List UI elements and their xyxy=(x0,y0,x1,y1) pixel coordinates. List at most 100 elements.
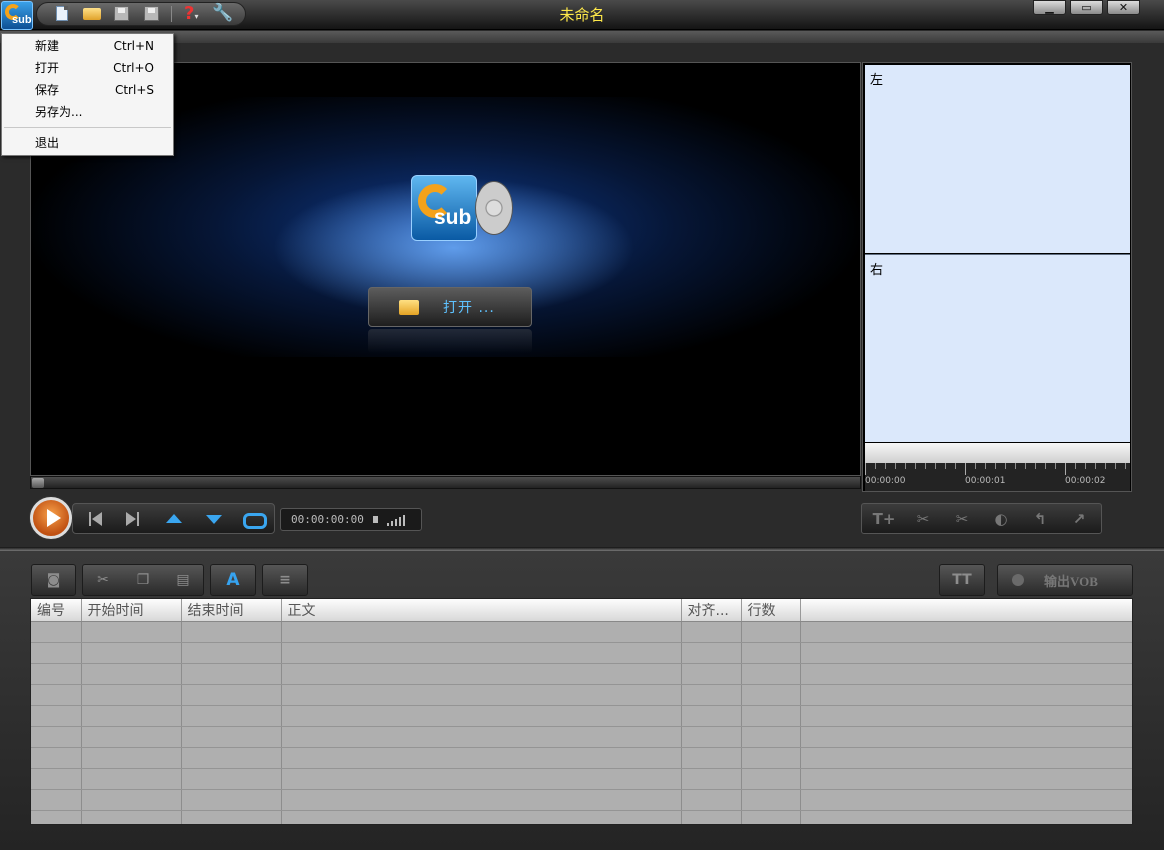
minimize-button[interactable]: ▁ xyxy=(1033,0,1066,15)
loop-button[interactable] xyxy=(241,509,267,529)
column-header-id[interactable]: 编号 xyxy=(31,599,82,622)
cut-icon[interactable]: ✂ xyxy=(92,569,114,591)
table-header-row: 编号 开始时间 结束时间 正文 对齐... 行数 xyxy=(31,599,1132,622)
menu-item-open[interactable]: 打开 Ctrl+O xyxy=(2,57,173,79)
table-row[interactable] xyxy=(31,747,1132,769)
volume-icon[interactable] xyxy=(373,514,411,526)
time-display: 00:00:00:00 xyxy=(280,508,422,531)
table-cell xyxy=(81,663,182,685)
logo-text: sub xyxy=(434,206,472,229)
volume-level-bar xyxy=(395,519,397,526)
table-cell xyxy=(681,684,742,706)
menu-separator xyxy=(4,127,171,128)
table-cell xyxy=(31,705,82,727)
table-cell xyxy=(281,810,682,824)
play-button[interactable] xyxy=(30,497,72,539)
folder-icon xyxy=(399,299,419,315)
open-video-label: 打开 ... xyxy=(443,300,495,316)
table-cell xyxy=(281,705,682,727)
table-cell xyxy=(741,705,801,727)
cut-left-icon[interactable]: ✂ xyxy=(910,508,936,530)
menu-item-save[interactable]: 保存 Ctrl+S xyxy=(2,79,173,101)
table-cell xyxy=(681,663,742,685)
undo-arrow-icon[interactable]: ↰ xyxy=(1027,508,1053,530)
export-vob-button[interactable]: 输出VOB xyxy=(997,564,1133,596)
table-cell xyxy=(681,810,742,824)
menu-item-label: 保存 xyxy=(35,83,60,97)
column-header-align[interactable]: 对齐... xyxy=(681,599,742,622)
table-row[interactable] xyxy=(31,684,1132,706)
table-cell xyxy=(181,684,282,706)
seek-thumb[interactable] xyxy=(32,478,44,488)
paste-icon[interactable]: ▤ xyxy=(172,569,194,591)
table-row[interactable] xyxy=(31,810,1132,824)
redo-arrow-icon[interactable]: ↗ xyxy=(1066,508,1092,530)
table-row[interactable] xyxy=(31,621,1132,643)
table-cell xyxy=(741,663,801,685)
table-cell xyxy=(181,621,282,643)
table-row[interactable] xyxy=(31,789,1132,811)
cut-right-icon[interactable]: ✂ xyxy=(949,508,975,530)
volume-level-bar xyxy=(403,515,405,526)
preview-left-label: 左 xyxy=(870,73,884,88)
clipboard-group: ✂ ❐ ▤ xyxy=(82,564,204,596)
menu-item-new[interactable]: 新建 Ctrl+N xyxy=(2,35,173,57)
table-row[interactable] xyxy=(31,768,1132,790)
title-bar: sub ?▾ 🔧 未命名 ▁ ▭ ✕ xyxy=(0,0,1164,30)
transport-controls xyxy=(72,503,275,534)
column-header-text[interactable]: 正文 xyxy=(281,599,682,622)
subtitle-table[interactable]: 编号 开始时间 结束时间 正文 对齐... 行数 xyxy=(30,598,1133,825)
volume-level-bar xyxy=(399,517,401,526)
column-header-start-time[interactable]: 开始时间 xyxy=(81,599,182,622)
menu-item-save-as[interactable]: 另存为... xyxy=(2,101,173,123)
column-header-end-time[interactable]: 结束时间 xyxy=(181,599,282,622)
column-header-lines[interactable]: 行数 xyxy=(741,599,801,622)
copy-icon[interactable]: ❐ xyxy=(132,569,154,591)
table-row[interactable] xyxy=(31,663,1132,685)
align-icon[interactable]: ≡ xyxy=(274,569,296,591)
seek-bar[interactable] xyxy=(30,476,861,489)
insert-text-icon[interactable]: T+ xyxy=(871,508,897,530)
open-video-button[interactable]: 打开 ... xyxy=(368,287,532,327)
table-cell xyxy=(31,747,82,769)
table-cell xyxy=(741,642,801,664)
find-group: ◙ xyxy=(31,564,76,596)
table-cell xyxy=(741,621,801,643)
table-cell xyxy=(31,684,82,706)
maximize-button[interactable]: ▭ xyxy=(1070,0,1103,15)
table-cell xyxy=(681,705,742,727)
table-cell xyxy=(281,768,682,790)
key-text-icon[interactable]: ◐ xyxy=(988,508,1014,530)
subtitle-edit-toolbar: T+ ✂ ✂ ◐ ↰ ↗ xyxy=(861,503,1102,534)
preview-scroll-strip[interactable] xyxy=(865,443,1130,463)
preview-left-box[interactable]: 左 xyxy=(865,65,1130,253)
file-menu: 新建 Ctrl+N 打开 Ctrl+O 保存 Ctrl+S 另存为... 退出 xyxy=(1,33,174,156)
button-reflection xyxy=(368,329,532,353)
table-row[interactable] xyxy=(31,726,1132,748)
table-row[interactable] xyxy=(31,642,1132,664)
table-cell xyxy=(281,642,682,664)
window-controls: ▁ ▭ ✕ xyxy=(1033,0,1140,15)
menu-item-label: 另存为... xyxy=(35,105,83,119)
table-cell xyxy=(181,663,282,685)
table-cell xyxy=(681,726,742,748)
table-row[interactable] xyxy=(31,705,1132,727)
timeline-ruler[interactable]: 00:00:00 00:00:01 00:00:02 xyxy=(865,463,1130,491)
table-cell xyxy=(741,684,801,706)
find-binoculars-icon[interactable]: ◙ xyxy=(43,569,65,591)
ruler-label: 00:00:02 xyxy=(1065,476,1106,486)
previous-subtitle-button[interactable] xyxy=(163,509,185,529)
table-cell xyxy=(741,726,801,748)
table-cell xyxy=(281,621,682,643)
table-cell xyxy=(181,810,282,824)
table-cell xyxy=(31,726,82,748)
previous-button[interactable] xyxy=(85,509,107,529)
subtitle-style-icon[interactable]: TT xyxy=(951,569,973,591)
next-button[interactable] xyxy=(121,509,143,529)
preview-right-box[interactable]: 右 xyxy=(865,254,1130,442)
next-subtitle-button[interactable] xyxy=(203,509,225,529)
close-button[interactable]: ✕ xyxy=(1107,0,1140,15)
font-icon[interactable]: A xyxy=(222,569,244,591)
menu-item-label: 退出 xyxy=(35,136,60,150)
menu-item-exit[interactable]: 退出 xyxy=(2,132,173,154)
